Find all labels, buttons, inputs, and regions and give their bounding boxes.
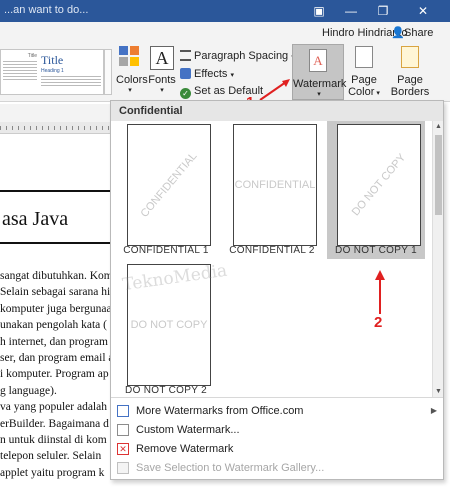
menu-item-label: Custom Watermark... xyxy=(136,424,240,436)
menu-item-label: More Watermarks from Office.com xyxy=(136,405,304,417)
minimize-icon[interactable]: — xyxy=(338,0,364,22)
watermark-label: Watermark xyxy=(293,78,347,90)
checkmark-icon: ✓ xyxy=(180,88,191,99)
title-bar: ...an want to do... ▣ — ❐ ✕ xyxy=(0,0,450,22)
fonts-button[interactable]: A Fonts ▾ xyxy=(148,46,176,94)
watermark-gallery: CONFIDENTIAL CONFIDENTIAL 1 CONFIDENTIAL CO… xyxy=(111,121,431,397)
custom-watermark-icon xyxy=(117,424,129,436)
menu-item-label: Save Selection to Watermark Gallery... xyxy=(136,462,325,474)
document-line: va yang populer adalah xyxy=(0,401,107,414)
save-selection-icon xyxy=(117,462,129,474)
design-ribbon: Title Title Heading 1 Colors ▾ A Fonts ▾… xyxy=(0,44,450,102)
paragraph-spacing-icon xyxy=(180,50,191,61)
submenu-arrow-icon: ▶ xyxy=(430,406,437,415)
ribbon-display-icon[interactable]: ▣ xyxy=(306,0,332,22)
gallery-scrollbar[interactable] xyxy=(104,49,112,95)
scroll-down-icon[interactable]: ▼ xyxy=(433,386,444,397)
watermark-preview-text: CONFIDENTIAL xyxy=(138,150,200,220)
section-header-confidential: Confidential xyxy=(111,101,443,121)
scroll-thumb[interactable] xyxy=(435,135,442,215)
watermark-preview: CONFIDENTIAL xyxy=(127,124,211,246)
paragraph-spacing-button[interactable]: Paragraph Spacing ▾ xyxy=(180,50,295,62)
watermark-button[interactable]: A Watermark ▾ xyxy=(292,44,347,100)
heading-bottom-rule xyxy=(0,242,112,244)
office-icon xyxy=(117,405,129,417)
close-icon[interactable]: ✕ xyxy=(410,0,436,22)
scroll-up-icon[interactable]: ▲ xyxy=(433,121,444,132)
annotation-step-2: 2 xyxy=(374,314,383,331)
watermark-caption: CONFIDENTIAL 2 xyxy=(229,245,315,256)
watermark-caption: DO NOT COPY 2 xyxy=(125,385,207,396)
user-row: Hindro Hindrianto 👤 Share xyxy=(0,22,450,44)
effects-button[interactable]: Effects ▾ xyxy=(180,68,234,80)
document-line: erBuilder. Bagaimana d xyxy=(0,417,109,430)
style-thumb-1[interactable]: Title xyxy=(3,53,37,93)
colors-button[interactable]: Colors ▾ xyxy=(116,46,148,94)
share-icon: 👤 xyxy=(391,27,405,39)
document-line: telepon seluler. Selain xyxy=(0,450,102,463)
page-borders-label-2: Borders xyxy=(390,86,430,98)
page-borders-label-1: Page xyxy=(397,74,423,86)
fonts-icon: A xyxy=(150,46,174,70)
document-line: h internet, dan program xyxy=(0,335,108,348)
watermark-preview-text: DO NOT COPY xyxy=(349,151,409,219)
watermark-option[interactable]: CONFIDENTIAL CONFIDENTIAL 1 xyxy=(117,121,215,259)
watermark-caret-icon: ▾ xyxy=(317,91,321,98)
menu-item-label: Remove Watermark xyxy=(136,443,234,455)
watermark-preview-text: CONFIDENTIAL xyxy=(234,179,316,191)
page-color-icon xyxy=(355,46,373,68)
fonts-label: Fonts xyxy=(148,74,176,86)
document-line: ser, dan program email a xyxy=(0,352,112,364)
restore-icon[interactable]: ❐ xyxy=(370,0,396,22)
watermark-icon: A xyxy=(309,49,327,72)
document-line: Selain sebagai sarana hi xyxy=(0,286,111,299)
style-thumb-2-title: Title xyxy=(41,53,64,67)
document-line: unakan pengolah kata ( xyxy=(0,319,107,332)
page-color-button[interactable]: Page Color ▾ xyxy=(346,46,382,98)
watermark-preview: DO NOT COPY xyxy=(337,124,421,246)
ruler-row xyxy=(0,104,112,122)
watermark-option[interactable]: DO NOT COPY DO NOT COPY 1 xyxy=(327,121,425,259)
remove-watermark-icon: ✕ xyxy=(117,443,129,455)
watermark-caption: CONFIDENTIAL 1 xyxy=(123,245,209,256)
horizontal-ruler xyxy=(0,122,112,134)
document-page[interactable]: asa Java sangat dibutuhkan. Kom Selain se… xyxy=(0,134,112,488)
style-set-gallery[interactable]: Title Title Heading 1 xyxy=(0,49,104,95)
document-line: applet yaitu program k xyxy=(0,466,105,479)
watermark-caption: DO NOT COPY 1 xyxy=(335,245,417,256)
colors-label: Colors xyxy=(116,74,148,86)
style-thumb-2[interactable]: Title Heading 1 xyxy=(41,53,101,93)
watermark-menu: More Watermarks from Office.com ▶ Custom W… xyxy=(111,397,443,479)
document-line: sangat dibutuhkan. Kom xyxy=(0,270,112,282)
style-thumb-title: Title xyxy=(27,53,37,59)
colors-caret-icon: ▾ xyxy=(128,87,132,94)
share-button[interactable]: Share xyxy=(404,27,433,39)
watermark-preview: CONFIDENTIAL xyxy=(233,124,317,246)
menu-item-remove-watermark[interactable]: ✕ Remove Watermark xyxy=(111,440,443,458)
heading-top-rule xyxy=(0,190,112,192)
watermark-preview-text: DO NOT COPY xyxy=(130,319,208,331)
effects-label: Effects xyxy=(194,68,228,80)
document-line: n untuk diinstal di kom xyxy=(0,434,107,446)
page-color-label-2: Color xyxy=(348,86,375,98)
document-line: komputer juga bergunaa xyxy=(0,302,112,315)
page-color-label-1: Page xyxy=(351,74,377,86)
document-heading: asa Java xyxy=(2,208,69,230)
colors-icon xyxy=(119,46,141,68)
document-line: i komputer. Program ap xyxy=(0,368,109,381)
tell-me-box[interactable]: ...an want to do... xyxy=(4,4,88,16)
fonts-caret-icon: ▾ xyxy=(160,87,164,94)
effects-icon xyxy=(180,68,191,79)
menu-item-office[interactable]: More Watermarks from Office.com ▶ xyxy=(111,402,443,420)
page-borders-button[interactable]: Page Borders xyxy=(390,46,430,98)
page-borders-icon xyxy=(401,46,419,68)
document-line: g language). xyxy=(0,384,57,397)
gallery-vertical-scrollbar[interactable]: ▲ ▼ xyxy=(432,121,443,397)
annotation-arrow-2 xyxy=(375,270,385,314)
menu-item-custom-watermark[interactable]: Custom Watermark... xyxy=(111,421,443,439)
watermark-option[interactable]: CONFIDENTIAL CONFIDENTIAL 2 xyxy=(223,121,321,259)
paragraph-spacing-label: Paragraph Spacing xyxy=(194,50,289,62)
menu-item-save-selection: Save Selection to Watermark Gallery... xyxy=(111,459,443,477)
style-thumb-2-heading: Heading 1 xyxy=(41,68,64,74)
